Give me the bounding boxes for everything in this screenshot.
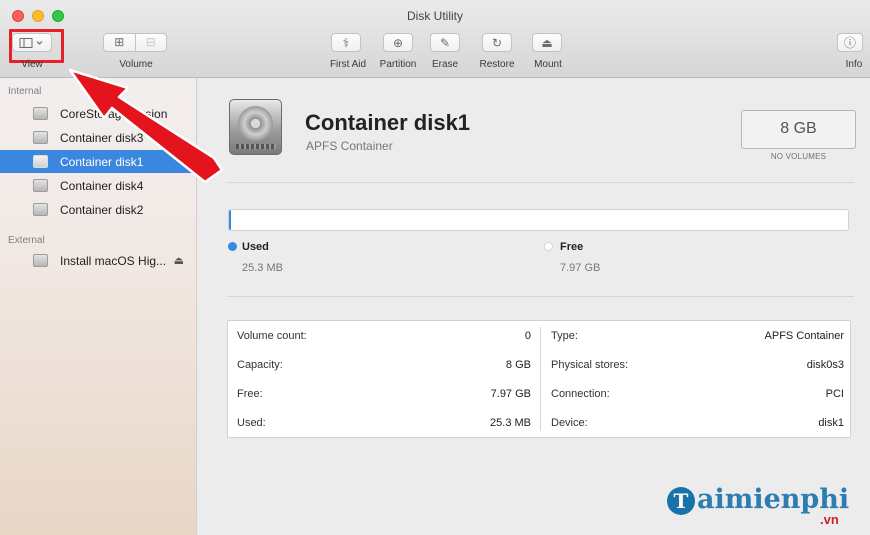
info-key: Type: <box>551 330 578 342</box>
disk-name: Container disk1 <box>305 110 471 135</box>
capacity-value: 8 GB <box>780 120 817 137</box>
info-value: 7.97 GB <box>490 388 531 400</box>
first-aid-button[interactable]: ⚕ <box>331 33 361 52</box>
sidebar-item-label: Container disk1 <box>60 154 144 169</box>
first-aid-label: First Aid <box>329 59 367 70</box>
capacity-note: NO VOLUMES <box>770 152 827 161</box>
disk-icon <box>33 254 48 267</box>
info-value: PCI <box>825 388 844 400</box>
watermark-suffix: .vn <box>820 512 839 527</box>
view-label: View <box>21 59 43 70</box>
hard-drive-icon <box>229 99 282 155</box>
info-key: Free: <box>237 388 263 400</box>
free-legend-dot <box>544 242 553 251</box>
eject-icon[interactable]: ⏏ <box>174 254 184 267</box>
sidebar-section-internal: Internal <box>8 86 42 97</box>
disk-icon <box>33 203 48 216</box>
restore-arrow-icon: ↻ <box>491 35 503 50</box>
erase-button[interactable]: ✎ <box>430 33 460 52</box>
disk-icon <box>33 107 48 120</box>
sidebar: Internal CoreStorage Fusion Container di… <box>0 78 197 535</box>
partition-label: Partition <box>379 59 417 70</box>
info-key: Capacity: <box>237 359 283 371</box>
restore-button[interactable]: ↻ <box>482 33 512 52</box>
disk-subtitle: APFS Container <box>306 139 393 153</box>
mount-button[interactable]: ⏏ <box>532 33 562 52</box>
sidebar-item-container-disk4[interactable]: Container disk4 <box>0 174 197 197</box>
add-volume-icon[interactable]: ⊞ <box>104 34 135 51</box>
info-label: Info <box>845 59 863 70</box>
info-row: Device: disk1 <box>551 413 844 433</box>
sidebar-section-external: External <box>8 235 45 246</box>
sidebar-item-install-macos[interactable]: Install macOS Hig... ⏏ <box>0 249 197 272</box>
info-button[interactable]: ⓘ <box>837 33 863 52</box>
info-value: 8 GB <box>505 359 531 371</box>
disk-icon <box>33 179 48 192</box>
mount-label: Mount <box>534 59 562 70</box>
erase-icon: ✎ <box>439 35 451 50</box>
sidebar-item-label: CoreStorage Fusion <box>60 106 168 121</box>
usage-bar-used-fill <box>229 210 232 230</box>
info-row: Used: 25.3 MB <box>237 413 531 433</box>
partition-button[interactable]: ⊕ <box>383 33 413 52</box>
info-row: Connection: PCI <box>551 384 844 404</box>
free-label: Free <box>560 241 584 253</box>
sidebar-item-label: Install macOS Hig... <box>60 253 167 268</box>
disk-icon <box>33 155 48 168</box>
info-row: Physical stores: disk0s3 <box>551 355 844 375</box>
divider <box>227 296 854 297</box>
used-value: 25.3 MB <box>242 262 283 274</box>
watermark-brand: aimienphi <box>697 484 850 515</box>
sidebar-item-label: Container disk2 <box>60 202 144 217</box>
info-key: Device: <box>551 417 588 429</box>
mount-icon: ⏏ <box>541 35 553 50</box>
capacity-box: 8 GB <box>741 110 856 149</box>
disk-icon <box>33 131 48 144</box>
sidebar-item-corestorage-fusion[interactable]: CoreStorage Fusion <box>0 102 197 125</box>
info-row: Volume count: 0 <box>237 326 531 346</box>
usage-bar <box>228 209 849 231</box>
sidebar-item-label: Container disk3 <box>60 130 144 145</box>
divider <box>227 182 854 183</box>
info-row: Free: 7.97 GB <box>237 384 531 404</box>
info-value: 25.3 MB <box>490 417 531 429</box>
info-key: Connection: <box>551 388 610 400</box>
free-value: 7.97 GB <box>560 262 601 274</box>
toolbar: Disk Utility View ⊞ ⊟ Volume ⚕ First Aid… <box>0 0 870 78</box>
erase-label: Erase <box>431 59 459 70</box>
info-icon: ⓘ <box>843 36 856 50</box>
volume-button-group[interactable]: ⊞ ⊟ <box>103 33 167 52</box>
sidebar-item-container-disk1[interactable]: Container disk1 <box>0 150 197 173</box>
sidebar-item-container-disk3[interactable]: Container disk3 <box>0 126 197 149</box>
used-legend-dot <box>228 242 237 251</box>
stethoscope-icon: ⚕ <box>342 35 350 50</box>
info-value: disk0s3 <box>806 359 844 371</box>
info-table-separator <box>540 327 541 431</box>
info-value: APFS Container <box>764 330 844 342</box>
restore-label: Restore <box>479 59 515 70</box>
info-value: disk1 <box>818 417 844 429</box>
remove-volume-icon[interactable]: ⊟ <box>134 34 167 51</box>
view-button-highlight <box>9 29 64 63</box>
info-row: Type: APFS Container <box>551 326 844 346</box>
info-table: Volume count: 0 Capacity: 8 GB Free: 7.9… <box>227 320 851 438</box>
info-key: Physical stores: <box>551 359 629 371</box>
info-value: 0 <box>524 330 531 342</box>
info-key: Used: <box>237 417 266 429</box>
volume-label: Volume <box>119 59 153 70</box>
detail-pane: Container disk1 APFS Container 8 GB NO V… <box>198 78 870 535</box>
partition-pie-icon: ⊕ <box>392 35 404 50</box>
watermark-letter: T <box>667 487 695 515</box>
info-key: Volume count: <box>237 330 307 342</box>
used-label: Used <box>242 241 269 253</box>
window-title: Disk Utility <box>407 9 463 23</box>
info-row: Capacity: 8 GB <box>237 355 531 375</box>
sidebar-item-container-disk2[interactable]: Container disk2 <box>0 198 197 221</box>
sidebar-item-label: Container disk4 <box>60 178 144 193</box>
